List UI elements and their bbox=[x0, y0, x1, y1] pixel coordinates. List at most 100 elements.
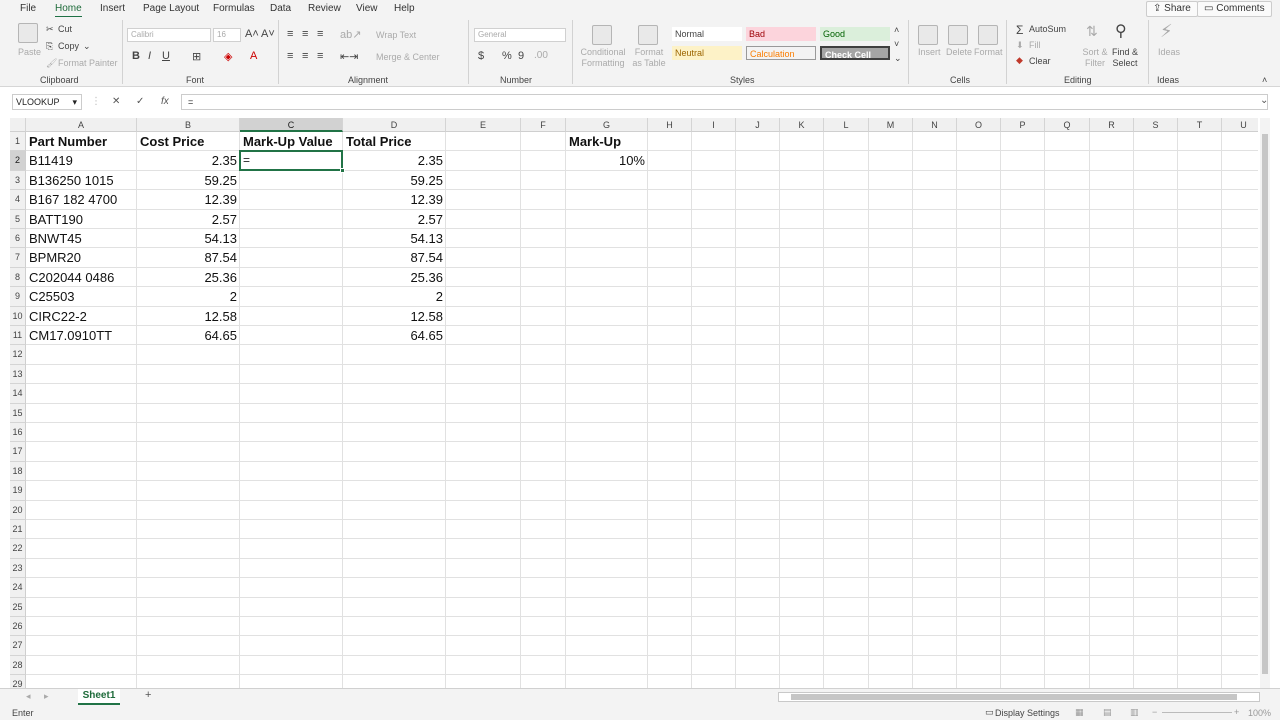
row-header-19[interactable]: 19 bbox=[10, 481, 26, 501]
column-header-p[interactable]: P bbox=[1001, 118, 1045, 132]
styles-scroll-up-icon[interactable]: ˄ bbox=[894, 25, 899, 35]
style-neutral[interactable]: Neutral bbox=[672, 46, 742, 60]
column-header-e[interactable]: E bbox=[446, 118, 521, 132]
worksheet-grid[interactable]: A B C D E F G H I J K L M N O P Q R S T U 1 2 3 4 5 6 7 8 9 10 11 12 13 14… bbox=[10, 118, 1258, 688]
vertical-scrollbar[interactable] bbox=[1260, 118, 1270, 688]
row-header-28[interactable]: 28 bbox=[10, 655, 26, 676]
conditional-formatting-icon[interactable] bbox=[592, 25, 612, 45]
sort-filter-icon[interactable]: ⇅ bbox=[1086, 23, 1098, 40]
total-price-cell[interactable]: 25.36 bbox=[343, 268, 446, 287]
comma-icon[interactable]: 9 bbox=[518, 50, 524, 62]
header-total-price[interactable]: Total Price bbox=[343, 132, 446, 151]
header-mark-up-value[interactable]: Mark-Up Value bbox=[240, 132, 343, 151]
part-number-cell[interactable]: C202044 0486 bbox=[26, 268, 137, 287]
row-header-27[interactable]: 27 bbox=[10, 636, 26, 656]
sheet-tab-sheet1[interactable]: Sheet1 bbox=[78, 689, 120, 705]
part-number-cell[interactable]: BNWT45 bbox=[26, 229, 137, 248]
row-header-5[interactable]: 5 bbox=[10, 209, 26, 229]
total-price-cell[interactable]: 87.54 bbox=[343, 248, 446, 267]
fill-handle[interactable] bbox=[340, 167, 345, 173]
total-price-cell[interactable]: 2 bbox=[343, 287, 446, 306]
column-header-j[interactable]: J bbox=[736, 118, 780, 132]
indent-icon[interactable]: ⇤⇥ bbox=[340, 50, 358, 63]
format-painter-button[interactable]: Format Painter bbox=[58, 58, 118, 68]
cost-price-cell[interactable]: 12.39 bbox=[137, 190, 240, 209]
cancel-entry-button[interactable]: ✕ bbox=[112, 96, 120, 107]
tab-home[interactable]: Home bbox=[55, 3, 82, 18]
autosum-icon[interactable]: Σ bbox=[1016, 23, 1023, 37]
name-box[interactable]: VLOOKUP ▾ bbox=[12, 94, 82, 110]
column-header-i[interactable]: I bbox=[692, 118, 736, 132]
header-part-number[interactable]: Part Number bbox=[26, 132, 137, 151]
copy-button[interactable]: Copy bbox=[58, 41, 79, 51]
cut-icon[interactable]: ✂ bbox=[46, 24, 54, 35]
copy-icon[interactable]: ⎘ bbox=[46, 41, 53, 52]
number-format-select[interactable]: General bbox=[474, 28, 566, 42]
collapse-ribbon-icon[interactable]: ˄ bbox=[1262, 75, 1267, 85]
display-settings-button[interactable]: Display Settings bbox=[995, 708, 1060, 718]
align-bottom-icon[interactable]: ≡ bbox=[317, 28, 323, 40]
total-price-cell[interactable]: 2.35 bbox=[343, 151, 446, 170]
cost-price-cell[interactable]: 25.36 bbox=[137, 268, 240, 287]
total-price-cell[interactable]: 2.57 bbox=[343, 210, 446, 229]
row-header-16[interactable]: 16 bbox=[10, 423, 26, 443]
zoom-in-icon[interactable]: + bbox=[1234, 707, 1239, 717]
row-header-21[interactable]: 21 bbox=[10, 520, 26, 540]
cost-price-cell[interactable]: 2.35 bbox=[137, 151, 240, 170]
column-header-t[interactable]: T bbox=[1178, 118, 1222, 132]
decrease-font-icon[interactable]: A˅ bbox=[261, 28, 275, 40]
align-center-icon[interactable]: ≡ bbox=[302, 50, 308, 62]
borders-icon[interactable]: ⊞ bbox=[192, 50, 201, 63]
tab-data[interactable]: Data bbox=[270, 3, 291, 14]
part-number-cell[interactable]: C25503 bbox=[26, 287, 137, 306]
active-cell-editor[interactable]: = bbox=[243, 152, 250, 169]
cost-price-cell[interactable]: 12.58 bbox=[137, 307, 240, 326]
header-cost-price[interactable]: Cost Price bbox=[137, 132, 240, 151]
cost-price-cell[interactable]: 2.57 bbox=[137, 210, 240, 229]
part-number-cell[interactable]: B11419 bbox=[26, 151, 137, 170]
column-header-c[interactable]: C bbox=[240, 118, 343, 132]
column-header-a[interactable]: A bbox=[26, 118, 137, 132]
row-header-15[interactable]: 15 bbox=[10, 403, 26, 423]
tab-formulas[interactable]: Formulas bbox=[213, 3, 255, 14]
part-number-cell[interactable]: CIRC22-2 bbox=[26, 307, 137, 326]
part-number-cell[interactable]: BATT190 bbox=[26, 210, 137, 229]
styles-scroll-down-icon[interactable]: ˅ bbox=[894, 39, 899, 49]
column-header-u[interactable]: U bbox=[1222, 118, 1258, 132]
column-header-f[interactable]: F bbox=[521, 118, 566, 132]
active-cell-c2[interactable]: = bbox=[239, 150, 345, 173]
column-header-b[interactable]: B bbox=[137, 118, 240, 132]
row-header-22[interactable]: 22 bbox=[10, 539, 26, 559]
row-header-4[interactable]: 4 bbox=[10, 190, 26, 210]
row-header-17[interactable]: 17 bbox=[10, 442, 26, 462]
cost-price-cell[interactable]: 64.65 bbox=[137, 326, 240, 345]
insert-cells-button[interactable]: Insert bbox=[918, 47, 941, 57]
tab-page-layout[interactable]: Page Layout bbox=[143, 3, 199, 14]
column-header-q[interactable]: Q bbox=[1045, 118, 1090, 132]
row-header-6[interactable]: 6 bbox=[10, 229, 26, 249]
chevron-down-icon[interactable]: ⌄ bbox=[83, 41, 91, 52]
find-select-button[interactable]: Find & Select bbox=[1108, 47, 1142, 69]
row-header-13[interactable]: 13 bbox=[10, 364, 26, 385]
insert-cells-icon[interactable] bbox=[918, 25, 938, 45]
font-name-select[interactable]: Calibri bbox=[127, 28, 211, 42]
wrap-text-button[interactable]: Wrap Text bbox=[376, 30, 416, 40]
format-as-table-icon[interactable] bbox=[638, 25, 658, 45]
paste-icon[interactable] bbox=[18, 23, 38, 43]
align-left-icon[interactable]: ≡ bbox=[287, 50, 293, 62]
row-header-2[interactable]: 2 bbox=[10, 151, 26, 171]
column-header-l[interactable]: L bbox=[824, 118, 869, 132]
scroll-left-icon[interactable]: ◂ bbox=[26, 691, 31, 702]
underline-button[interactable]: U bbox=[162, 50, 170, 62]
style-normal[interactable]: Normal bbox=[672, 27, 742, 41]
total-price-cell[interactable]: 64.65 bbox=[343, 326, 446, 345]
comments-button[interactable]: ▭ Comments bbox=[1197, 1, 1272, 17]
select-all-button[interactable] bbox=[10, 118, 26, 132]
row-header-14[interactable]: 14 bbox=[10, 384, 26, 404]
part-number-cell[interactable]: CM17.0910TT bbox=[26, 326, 137, 345]
add-sheet-button[interactable]: + bbox=[145, 689, 151, 701]
total-price-cell[interactable]: 54.13 bbox=[343, 229, 446, 248]
header-mark-up[interactable]: Mark-Up bbox=[566, 132, 648, 151]
styles-expand-icon[interactable]: ⌄ bbox=[894, 53, 902, 64]
share-button[interactable]: ⇪ Share bbox=[1146, 1, 1198, 17]
